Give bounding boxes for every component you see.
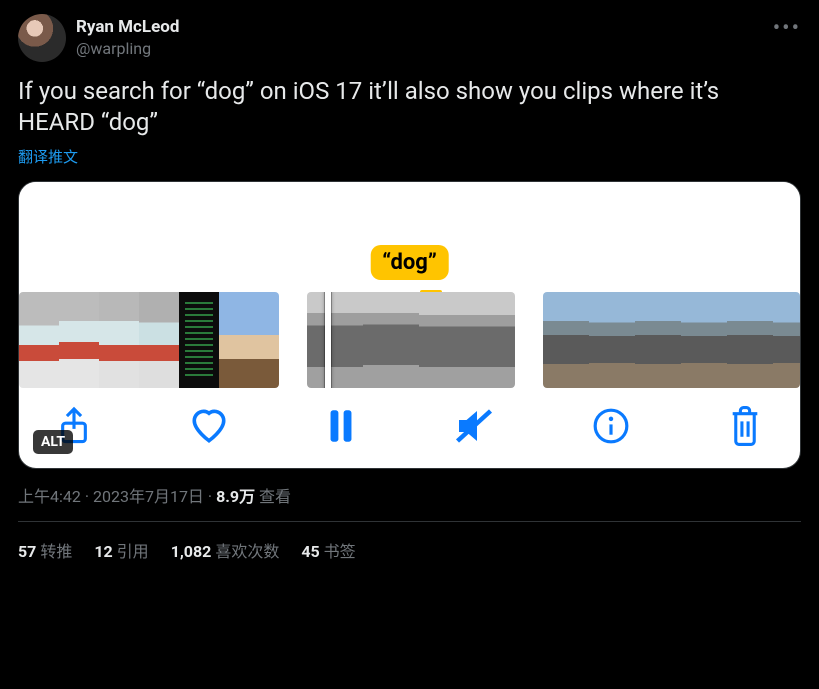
heart-icon[interactable] [189, 408, 229, 444]
tweet-time[interactable]: 上午4:42 [18, 487, 81, 506]
clip-thumbnail-group[interactable] [19, 292, 279, 388]
pause-icon[interactable] [327, 409, 355, 443]
retweets-stat[interactable]: 57 转推 [18, 538, 72, 562]
media-top-area: “dog” [19, 182, 800, 278]
clip-frame [635, 292, 681, 388]
clip-frame [543, 292, 589, 388]
alt-badge[interactable]: ALT [33, 430, 73, 454]
bookmarks-stat[interactable]: 45 书签 [301, 538, 355, 562]
clip-thumbnail-group-active[interactable] [307, 292, 515, 388]
clip-frame [419, 292, 475, 388]
tweet-text: If you search for “dog” on iOS 17 it’ll … [18, 76, 801, 138]
playhead-icon[interactable] [325, 292, 331, 388]
views-label: 查看 [255, 487, 291, 506]
clip-frame [475, 292, 515, 388]
info-icon[interactable] [592, 407, 630, 445]
translate-link[interactable]: 翻译推文 [18, 146, 78, 167]
search-term-badge: “dog” [370, 245, 449, 280]
avatar[interactable] [18, 14, 66, 62]
views-count: 8.9万 [216, 487, 255, 506]
quotes-stat[interactable]: 12 引用 [94, 538, 148, 562]
media-control-bar [19, 388, 800, 454]
video-timeline[interactable] [19, 278, 800, 388]
user-row[interactable]: Ryan McLeod @warpling [18, 14, 179, 62]
tweet-header: Ryan McLeod @warpling ••• [18, 14, 801, 62]
clip-frame [259, 292, 279, 388]
clip-frame [363, 292, 419, 388]
clip-frame [99, 292, 139, 388]
clip-frame [139, 292, 179, 388]
clip-frame [179, 292, 219, 388]
trash-icon[interactable] [728, 406, 762, 446]
tweet-meta: 上午4:42 · 2023年7月17日 · 8.9万 查看 [18, 483, 801, 507]
clip-frame [589, 292, 635, 388]
media-card[interactable]: “dog” [18, 181, 801, 469]
clip-thumbnail-group[interactable] [543, 292, 800, 388]
tweet-date[interactable]: 2023年7月17日 [93, 487, 204, 506]
clip-frame [19, 292, 59, 388]
clip-frame [727, 292, 773, 388]
mute-icon[interactable] [454, 408, 494, 444]
clip-frame [681, 292, 727, 388]
clip-frame [219, 292, 259, 388]
display-name[interactable]: Ryan McLeod [76, 17, 179, 38]
user-names: Ryan McLeod @warpling [76, 17, 179, 58]
user-handle[interactable]: @warpling [76, 39, 179, 59]
more-icon[interactable]: ••• [773, 14, 801, 41]
tweet-stats: 57 转推 12 引用 1,082 喜欢次数 45 书签 [18, 522, 801, 562]
clip-frame [307, 292, 363, 388]
tweet-container: Ryan McLeod @warpling ••• If you search … [0, 0, 819, 574]
clip-frame [773, 292, 800, 388]
clip-frame [59, 292, 99, 388]
likes-stat[interactable]: 1,082 喜欢次数 [171, 538, 280, 562]
